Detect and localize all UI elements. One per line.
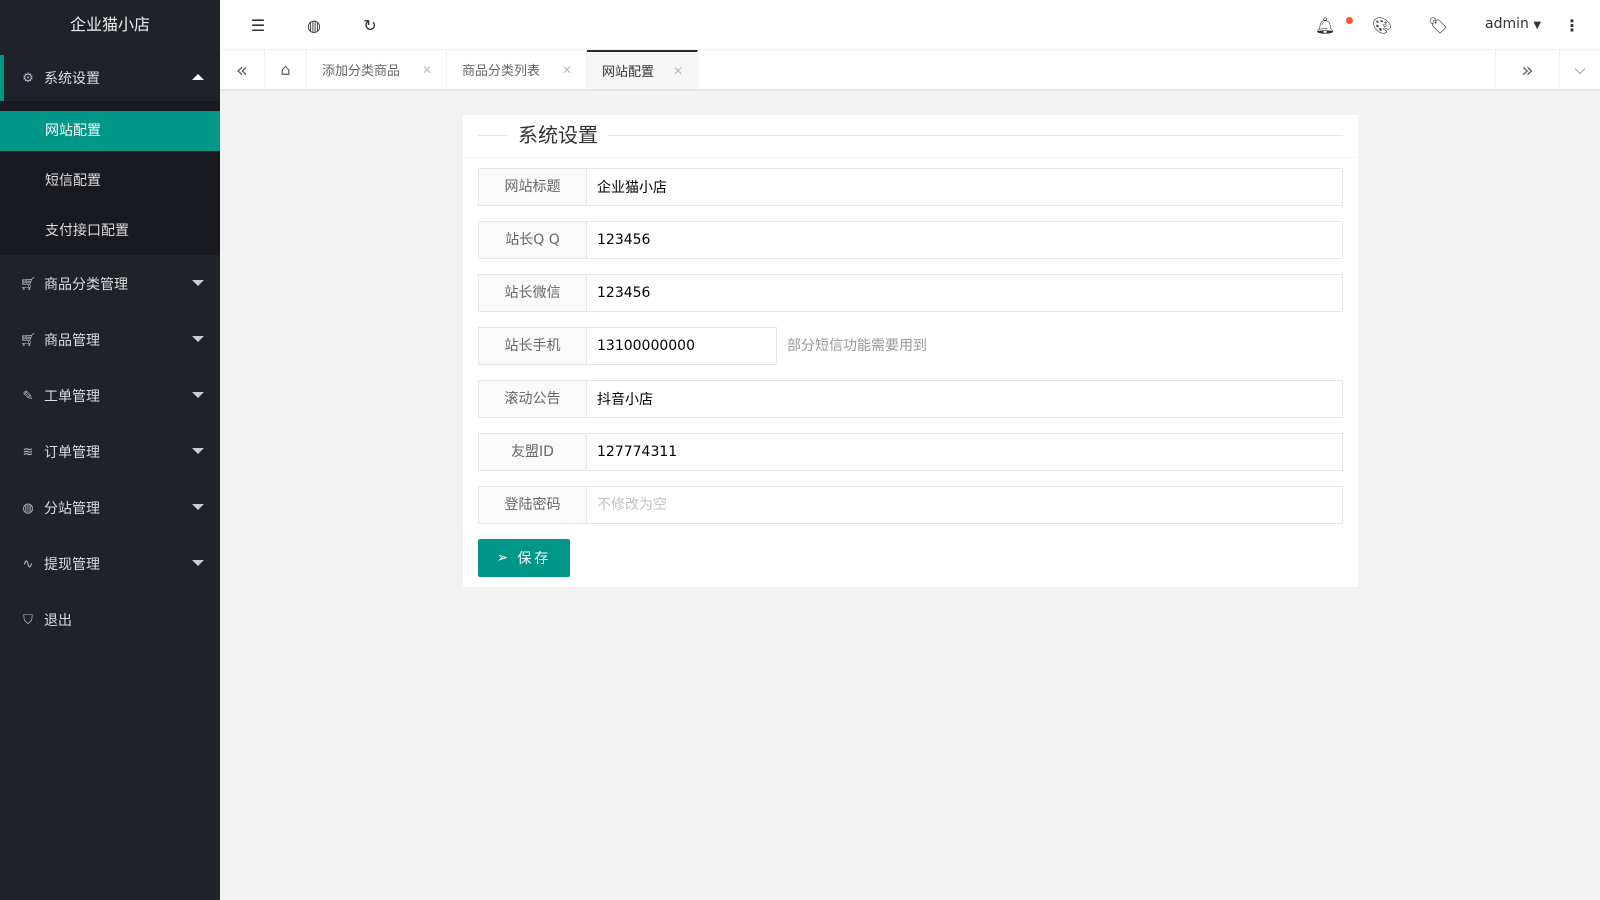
field-label: 网站标题	[478, 168, 587, 206]
qq-input[interactable]	[587, 221, 1343, 259]
sidebar-item-label: 商品管理	[44, 330, 100, 350]
caret-down-icon	[192, 392, 204, 398]
announcement-input[interactable]	[587, 380, 1343, 418]
field-site-title: 网站标题	[478, 168, 1343, 206]
caret-down-icon	[192, 560, 204, 566]
shield-check-icon: ⛉	[20, 612, 36, 628]
sidebar-sub-payment-config[interactable]: 支付接口配置	[0, 211, 220, 251]
sidebar-item-label: 工单管理	[44, 386, 100, 406]
sidebar-item-logout[interactable]: ⛉ 退出	[0, 597, 220, 643]
field-password: 登陆密码	[478, 486, 1343, 524]
sidebar-item-withdraw-management[interactable]: ∿ 提现管理	[0, 541, 220, 587]
bell-icon[interactable]: 🔔︎	[1315, 15, 1335, 35]
tab-website-config[interactable]: 网站配置 ✕	[587, 50, 698, 89]
field-phone: 站长手机 部分短信功能需要用到	[478, 327, 1343, 365]
phone-input[interactable]	[587, 327, 777, 365]
field-umeng-id: 友盟ID	[478, 433, 1343, 471]
password-input[interactable]	[587, 486, 1343, 524]
submenu: 网站配置 短信配置 支付接口配置	[0, 101, 220, 255]
save-label: 保存	[517, 548, 551, 568]
caret-down-icon	[192, 504, 204, 510]
sidebar-item-label: 提现管理	[44, 554, 100, 574]
sidebar-item-label: 订单管理	[44, 442, 100, 462]
field-wechat: 站长微信	[478, 274, 1343, 312]
sidebar-item-category-management[interactable]: 🛒︎ 商品分类管理	[0, 261, 220, 307]
username: admin	[1485, 16, 1529, 32]
app-logo: 企业猫小店	[0, 0, 220, 50]
notification-dot	[1346, 17, 1353, 24]
sidebar-group-system-settings[interactable]: ⚙ 系统设置	[0, 55, 220, 101]
wechat-input[interactable]	[587, 274, 1343, 312]
user-menu[interactable]: admin ▼	[1485, 16, 1541, 32]
caret-down-icon: ▼	[1533, 20, 1541, 31]
cart-icon: 🛒︎	[20, 276, 36, 292]
field-label: 站长手机	[478, 327, 587, 365]
save-button[interactable]: ➢ 保存	[478, 539, 570, 577]
refresh-icon[interactable]: ↻	[360, 15, 380, 35]
more-vertical-icon[interactable]: ⋮	[1562, 15, 1582, 35]
sidebar-item-label: 分站管理	[44, 498, 100, 518]
cart-icon: 🛒︎	[20, 332, 36, 348]
caret-up-icon	[192, 74, 204, 80]
tab-add-category-product[interactable]: 添加分类商品 ✕	[307, 50, 447, 89]
sidebar-sub-sms-config[interactable]: 短信配置	[0, 161, 220, 201]
tab-bar: « ⌂ 添加分类商品 ✕ 商品分类列表 ✕ 网站配置 ✕ » ⌵	[220, 50, 1600, 91]
send-icon: ➢	[497, 550, 512, 566]
field-label: 友盟ID	[478, 433, 587, 471]
field-label: 滚动公告	[478, 380, 587, 418]
sidebar-item-product-management[interactable]: 🛒︎ 商品管理	[0, 317, 220, 363]
field-announcement: 滚动公告	[478, 380, 1343, 418]
umeng-id-input[interactable]	[587, 433, 1343, 471]
tabs-scroll-right-icon[interactable]: »	[1495, 50, 1560, 89]
close-icon[interactable]: ✕	[562, 63, 572, 77]
caret-down-icon	[192, 448, 204, 454]
tag-icon[interactable]: 🏷︎	[1428, 15, 1448, 35]
tab-label: 添加分类商品	[322, 60, 400, 79]
divider	[463, 157, 1358, 158]
settings-card: 系统设置 网站标题 站长Q Q 站长微信 站长手机 部分短信功能需要用到 滚动公告…	[463, 115, 1358, 587]
top-header: ☰ ◍ ↻ 🔔︎ 🎨︎ 🏷︎ admin ▼ ⋮	[220, 0, 1600, 50]
ticket-icon: ✎	[20, 388, 36, 404]
layers-icon: ≋	[20, 444, 36, 460]
field-qq: 站长Q Q	[478, 221, 1343, 259]
close-icon[interactable]: ✕	[422, 63, 432, 77]
sidebar: 企业猫小店 ⚙ 系统设置 网站配置 短信配置 支付接口配置 🛒︎ 商品分类管理 🛒…	[0, 0, 220, 900]
tab-category-list[interactable]: 商品分类列表 ✕	[447, 50, 587, 89]
form-legend: 系统设置	[478, 135, 1343, 136]
tab-label: 商品分类列表	[462, 60, 540, 79]
sidebar-item-label: 系统设置	[44, 68, 100, 88]
close-icon[interactable]: ✕	[673, 64, 683, 78]
globe-icon[interactable]: ◍	[304, 15, 324, 35]
field-label: 站长Q Q	[478, 221, 587, 259]
globe-icon: ◍	[20, 500, 36, 516]
sidebar-item-order-management[interactable]: ≋ 订单管理	[0, 429, 220, 475]
menu-toggle-icon[interactable]: ☰	[248, 15, 268, 35]
sidebar-sub-website-config[interactable]: 网站配置	[0, 111, 220, 151]
site-title-input[interactable]	[587, 168, 1343, 206]
caret-down-icon	[192, 280, 204, 286]
tab-label: 网站配置	[602, 61, 654, 80]
form-title: 系统设置	[508, 123, 608, 147]
sidebar-item-label: 退出	[44, 610, 72, 630]
field-label: 登陆密码	[478, 486, 587, 524]
pulse-icon: ∿	[20, 556, 36, 572]
phone-hint: 部分短信功能需要用到	[777, 327, 927, 365]
home-tab-icon[interactable]: ⌂	[265, 50, 307, 89]
tabs-menu-chevron-down-icon[interactable]: ⌵	[1560, 50, 1600, 89]
sidebar-item-label: 商品分类管理	[44, 274, 128, 294]
sidebar-item-ticket-management[interactable]: ✎ 工单管理	[0, 373, 220, 419]
gear-icon: ⚙	[20, 70, 36, 86]
field-label: 站长微信	[478, 274, 587, 312]
caret-down-icon	[192, 336, 204, 342]
sidebar-item-substation-management[interactable]: ◍ 分站管理	[0, 485, 220, 531]
palette-icon[interactable]: 🎨︎	[1372, 15, 1392, 35]
tabs-scroll-left-icon[interactable]: «	[220, 50, 265, 89]
